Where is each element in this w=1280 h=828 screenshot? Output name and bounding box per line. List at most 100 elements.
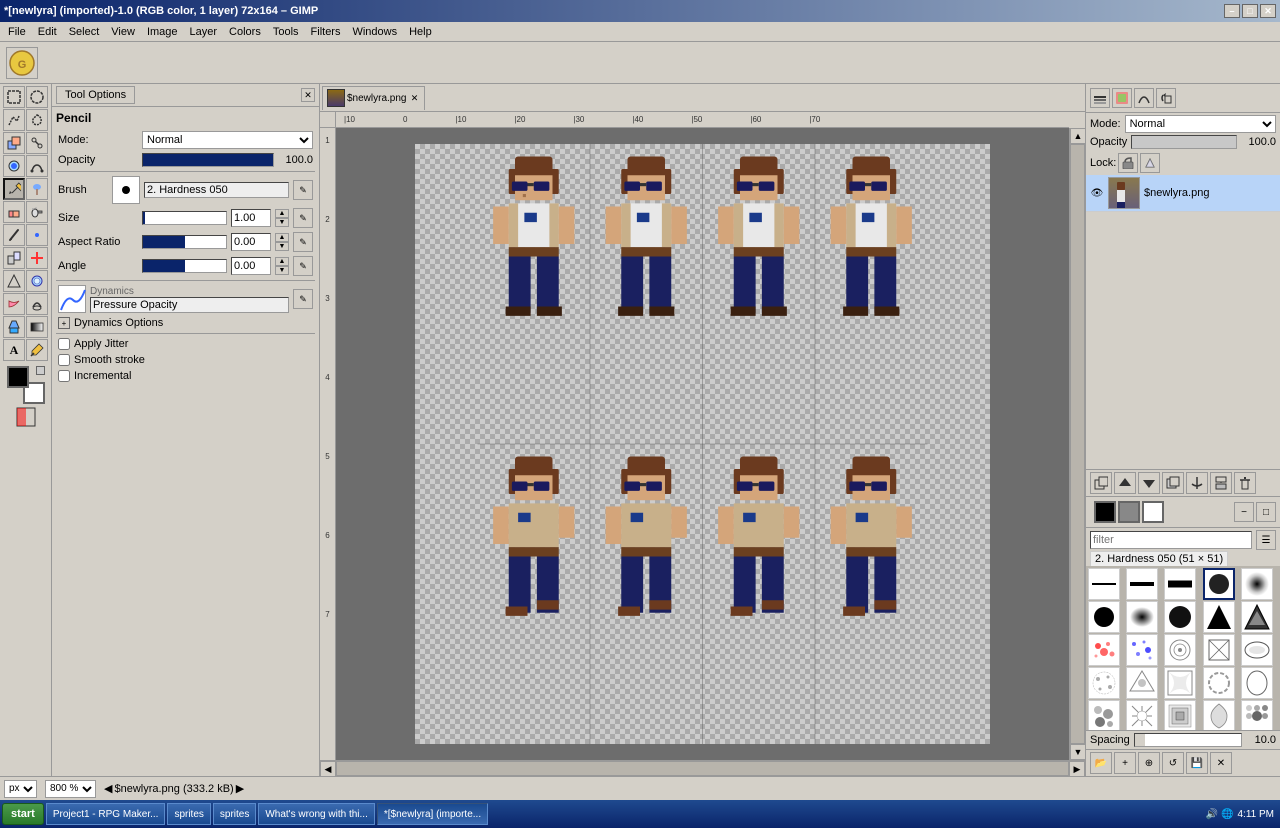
scroll-up-button[interactable]: ▲ (1070, 128, 1085, 144)
tool-blur-sharpen[interactable] (26, 270, 48, 292)
channels-icon[interactable] (1112, 88, 1132, 108)
size-up-icon[interactable]: ▲ (275, 209, 289, 218)
brush-cell-16[interactable] (1088, 667, 1120, 699)
brush-cell-1[interactable] (1088, 568, 1120, 600)
angle-spinner[interactable]: ▲ ▼ (275, 257, 289, 275)
maximize-button[interactable]: □ (1242, 4, 1258, 18)
scroll-right-button[interactable]: ▶ (1069, 761, 1085, 776)
swap-colors[interactable] (36, 366, 45, 375)
brush-cell-20[interactable] (1241, 667, 1273, 699)
lock-pixels-icon[interactable] (1118, 153, 1138, 173)
layer-new-button[interactable] (1090, 472, 1112, 494)
tool-smudge[interactable] (3, 293, 25, 315)
panel-close-icon[interactable]: ✕ (301, 88, 315, 102)
tool-color-select[interactable] (3, 132, 25, 154)
brush-cell-17[interactable] (1126, 667, 1158, 699)
taskbar-item-2[interactable]: sprites (167, 803, 210, 825)
taskbar-item-3[interactable]: sprites (213, 803, 256, 825)
brush-cell-18[interactable] (1164, 667, 1196, 699)
lock-alpha-icon[interactable] (1140, 153, 1160, 173)
scroll-right-icon[interactable]: ▶ (236, 782, 244, 795)
menu-filters[interactable]: Filters (305, 25, 347, 39)
brush-save-button[interactable]: 💾 (1186, 752, 1208, 774)
brush-cell-14[interactable] (1203, 634, 1235, 666)
zoom-select[interactable]: 800 % (45, 780, 96, 798)
size-spinner[interactable]: ▲ ▼ (275, 209, 289, 227)
tool-color-picker[interactable] (26, 339, 48, 361)
scroll-left-button[interactable]: ◀ (320, 761, 336, 776)
quick-mask[interactable] (16, 407, 36, 430)
brush-cell-3[interactable] (1164, 568, 1196, 600)
tool-pencil[interactable] (3, 178, 25, 200)
paths-icon[interactable] (1134, 88, 1154, 108)
brush-cell-4[interactable] (1203, 568, 1235, 600)
tool-airbrush[interactable] (26, 201, 48, 223)
aspect-ratio-spinner[interactable]: ▲ ▼ (275, 233, 289, 251)
close-button[interactable]: ✕ (1260, 4, 1276, 18)
spacing-slider[interactable] (1134, 733, 1242, 747)
menu-edit[interactable]: Edit (32, 25, 63, 39)
taskbar-item-4[interactable]: What's wrong with thi... (258, 803, 375, 825)
tool-options-tab[interactable]: Tool Options (56, 86, 135, 104)
layer-delete-button[interactable] (1234, 472, 1256, 494)
layer-row[interactable]: 👁 $newlyra.png (1086, 175, 1280, 212)
brush-cell-6[interactable] (1088, 601, 1120, 633)
tool-eraser[interactable] (3, 201, 25, 223)
tool-fuzzy-select[interactable] (26, 109, 48, 131)
brush-cell-7[interactable] (1126, 601, 1158, 633)
start-button[interactable]: start (2, 803, 44, 825)
scroll-thumb-v[interactable] (1070, 144, 1085, 744)
menu-select[interactable]: Select (63, 25, 106, 39)
foreground-color[interactable] (7, 366, 29, 388)
brush-cell-24[interactable] (1203, 700, 1235, 730)
aspect-ratio-slider[interactable] (142, 235, 227, 249)
angle-up-icon[interactable]: ▲ (275, 257, 289, 266)
opacity-slider[interactable] (142, 153, 274, 167)
unit-select[interactable]: px (4, 780, 37, 798)
tool-rect-select[interactable] (3, 86, 25, 108)
tool-ellipse-select[interactable] (26, 86, 48, 108)
apply-jitter-checkbox[interactable] (58, 338, 70, 350)
brush-cell-15[interactable] (1241, 634, 1273, 666)
tool-dodge-burn[interactable] (26, 293, 48, 315)
layer-lower-button[interactable] (1138, 472, 1160, 494)
expand-dynamics-icon[interactable]: + (58, 317, 70, 329)
vertical-scrollbar[interactable]: ▲ ▼ (1069, 128, 1085, 760)
size-slider[interactable] (142, 211, 227, 225)
menu-tools[interactable]: Tools (267, 25, 305, 39)
layer-raise-button[interactable] (1114, 472, 1136, 494)
brush-filter-input[interactable] (1090, 531, 1252, 549)
brush-delete-button[interactable]: ✕ (1210, 752, 1232, 774)
scroll-thumb-h[interactable] (336, 761, 1069, 776)
tab-close-icon[interactable]: ✕ (408, 92, 420, 104)
scroll-left-icon[interactable]: ◀ (104, 782, 112, 795)
aspect-edit-button[interactable]: ✎ (293, 232, 313, 252)
image-tab[interactable]: $newlyra.png ✕ (322, 86, 425, 110)
right-opacity-slider[interactable] (1131, 135, 1237, 149)
brush-cell-13[interactable] (1164, 634, 1196, 666)
brush-cell-10[interactable] (1241, 601, 1273, 633)
mid-color-swatch[interactable] (1118, 501, 1140, 523)
tool-foreground-select[interactable] (3, 155, 25, 177)
brushes-maximize-icon[interactable]: □ (1256, 502, 1276, 522)
tool-blend[interactable] (26, 316, 48, 338)
angle-input[interactable] (231, 257, 271, 275)
brush-cell-25[interactable] (1241, 700, 1273, 730)
layer-merge-button[interactable] (1210, 472, 1232, 494)
brush-open-button[interactable]: 📂 (1090, 752, 1112, 774)
brush-new-button[interactable]: + (1114, 752, 1136, 774)
brush-cell-11[interactable] (1088, 634, 1120, 666)
size-edit-button[interactable]: ✎ (293, 208, 313, 228)
taskbar-item-5[interactable]: *[$newlyra] (importe... (377, 803, 488, 825)
layers-icon[interactable] (1090, 88, 1110, 108)
brush-cell-22[interactable] (1126, 700, 1158, 730)
tool-ink[interactable] (3, 224, 25, 246)
brush-refresh-button[interactable]: ↺ (1162, 752, 1184, 774)
menu-windows[interactable]: Windows (346, 25, 403, 39)
horizontal-scrollbar[interactable]: ◀ ▶ (320, 760, 1085, 776)
menu-image[interactable]: Image (141, 25, 184, 39)
bg-color-swatch[interactable] (1142, 501, 1164, 523)
tool-paintbrush[interactable] (26, 178, 48, 200)
dynamics-edit-button[interactable]: ✎ (293, 289, 313, 309)
brush-cell-23[interactable] (1164, 700, 1196, 730)
